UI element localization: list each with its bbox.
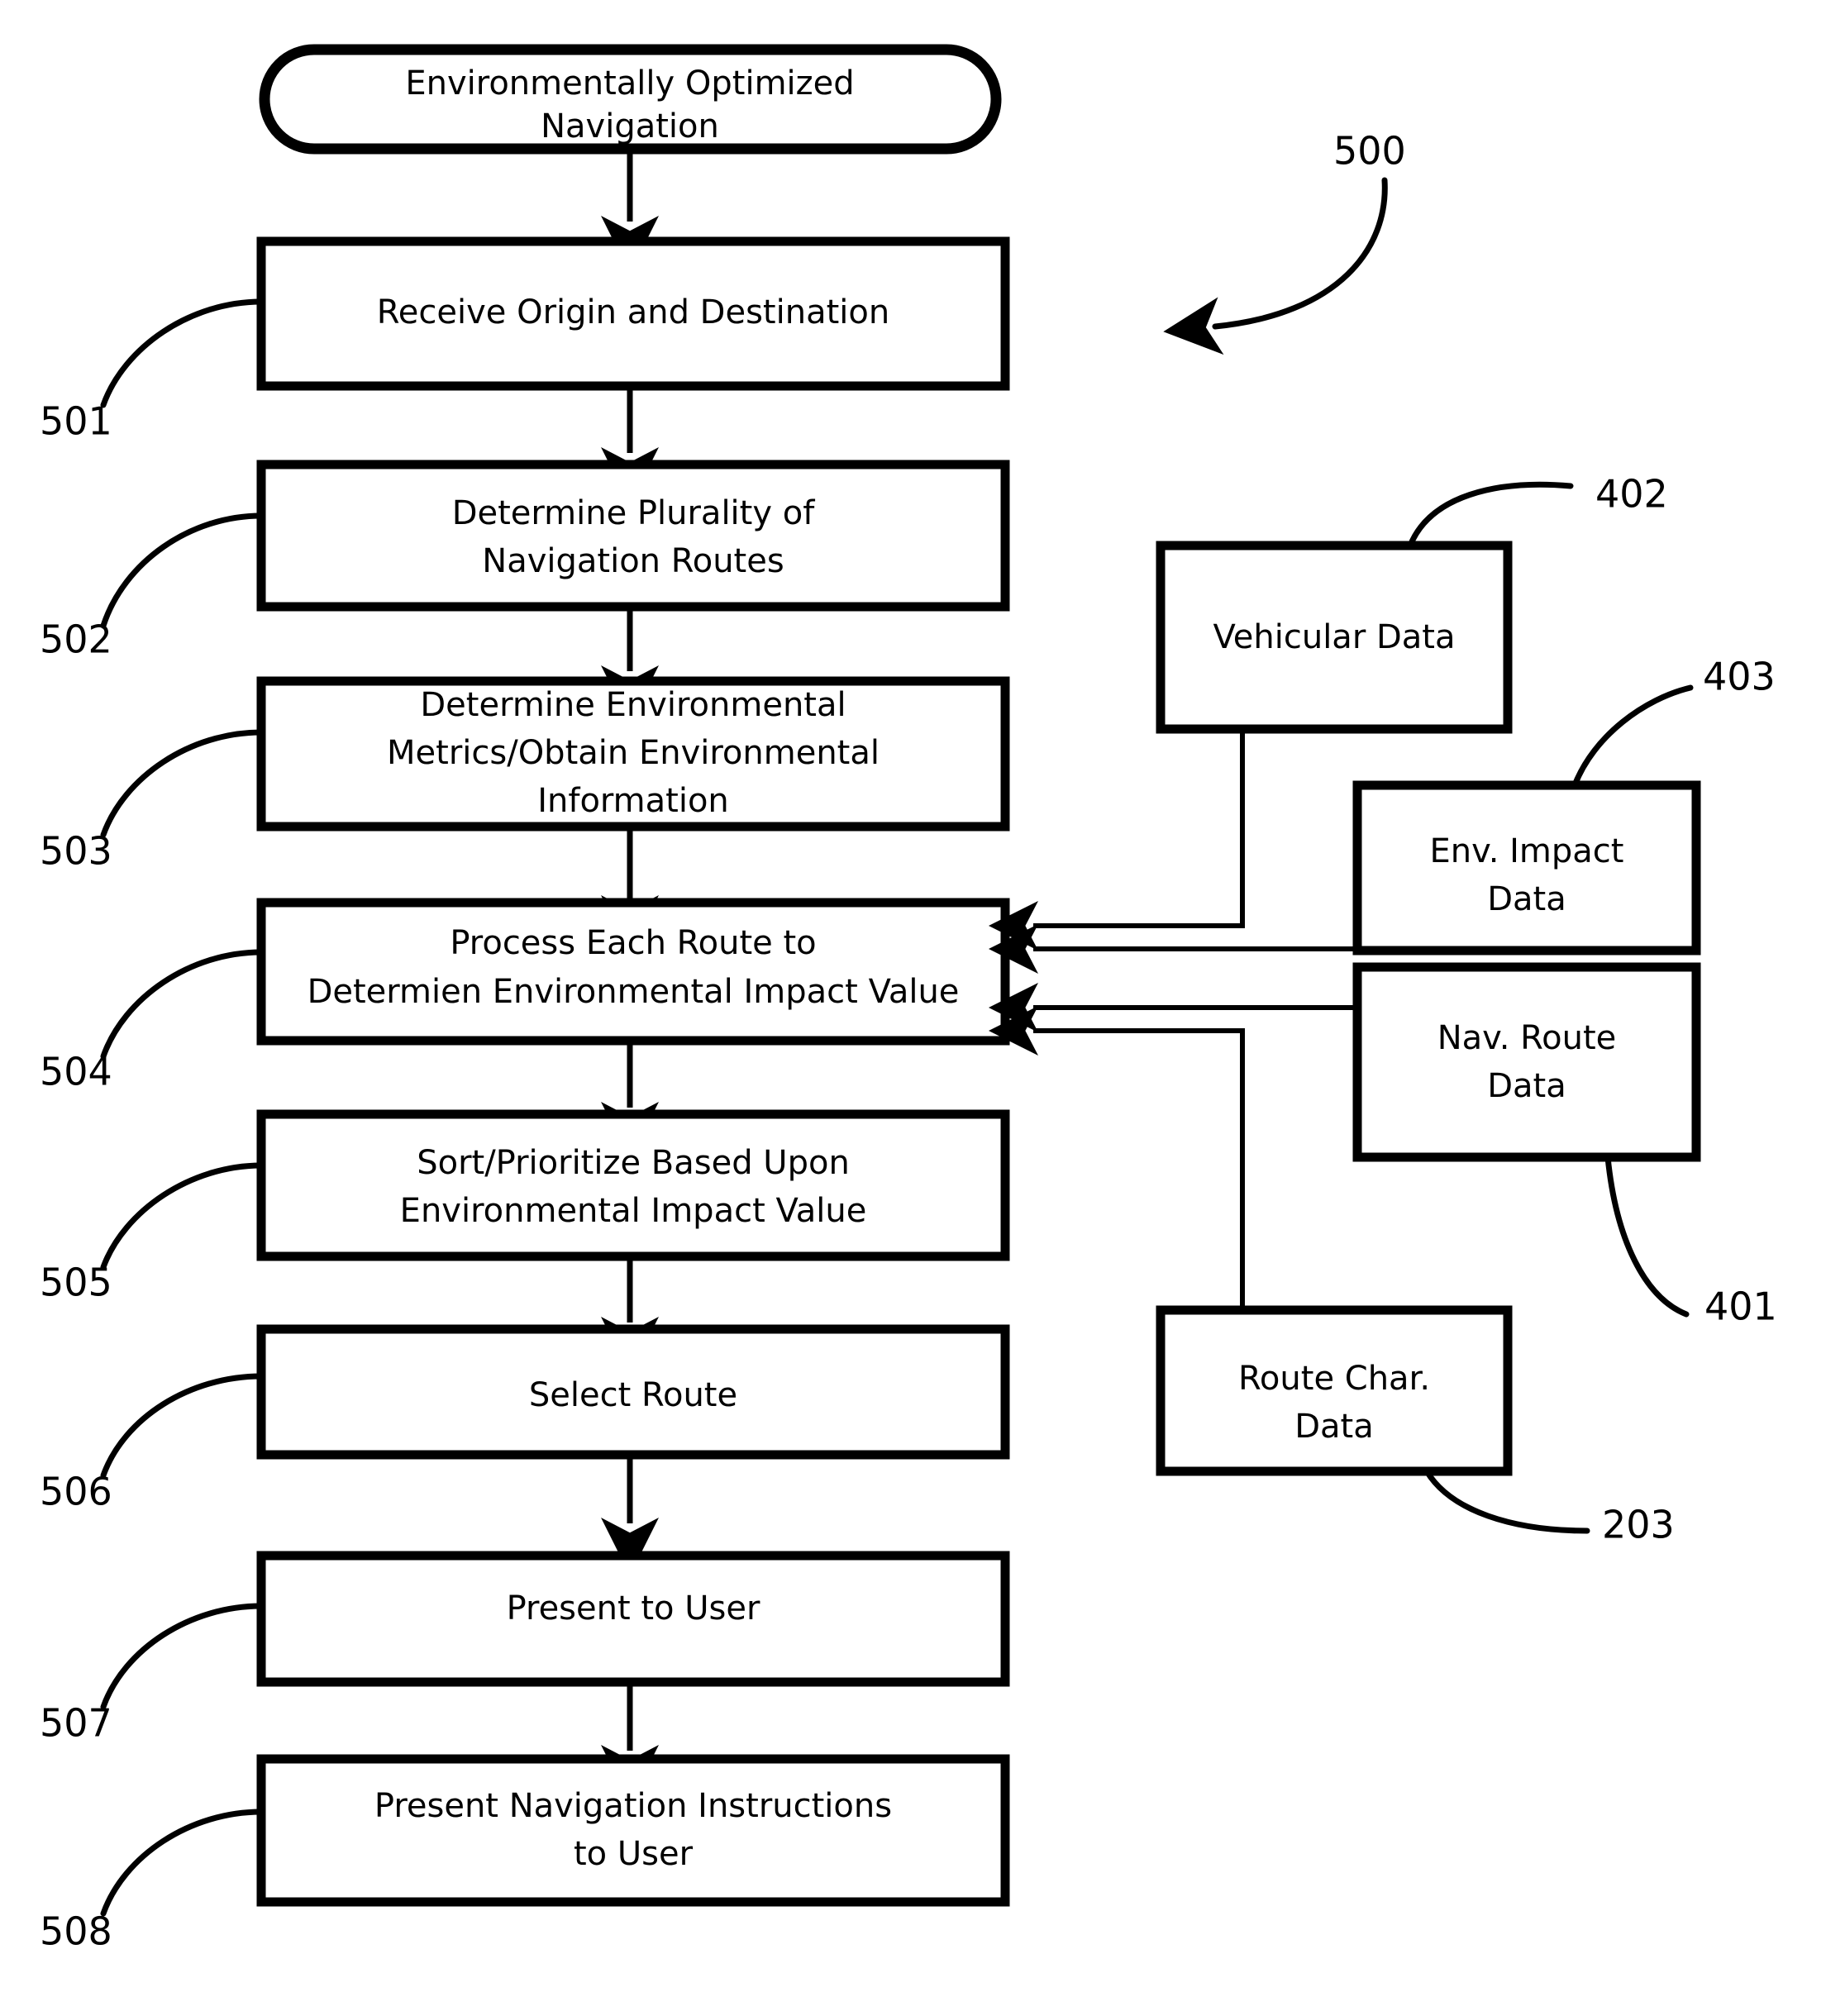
figure-callout-500: 500: [1163, 129, 1406, 355]
data-box-203-route-char-data: Route Char. Data: [1156, 1305, 1513, 1476]
process-502-line-2: Navigation Routes: [482, 542, 784, 580]
flowchart-canvas: Environmentally Optimized Navigation Rec…: [40, 44, 1777, 1954]
process-507-line-1: Present to User: [507, 1589, 760, 1628]
data-401-line-2: Data: [1487, 1067, 1566, 1105]
lead-line-203: 203: [1423, 1468, 1675, 1547]
ref-numeral-504: 504: [40, 1050, 112, 1094]
process-box-504: Process Each Route to Determien Environm…: [256, 898, 1010, 1046]
process-box-505: Sort/Prioritize Based Upon Environmental…: [256, 1109, 1010, 1261]
ref-numeral-505: 505: [40, 1261, 112, 1305]
process-505-line-2: Environmental Impact Value: [400, 1192, 867, 1230]
data-403-line-2: Data: [1487, 880, 1566, 918]
ref-numeral-503: 503: [40, 829, 112, 874]
ref-numeral-506: 506: [40, 1470, 112, 1514]
lead-line-402: 402: [1407, 472, 1668, 549]
process-box-507: Present to User: [256, 1551, 1010, 1687]
process-box-502: Determine Plurality of Navigation Routes: [256, 460, 1010, 612]
lead-line-503: 503: [40, 729, 265, 874]
lead-line-504: 504: [40, 949, 265, 1094]
process-506-line-1: Select Route: [529, 1376, 737, 1414]
lead-line-505: 505: [40, 1162, 265, 1305]
ref-numeral-401: 401: [1704, 1284, 1777, 1329]
process-503-line-1: Determine Environmental: [420, 686, 846, 724]
process-504-line-2: Determien Environmental Impact Value: [308, 973, 960, 1011]
process-box-508: Present Navigation Instructions to User: [256, 1754, 1010, 1907]
data-402-line-1: Vehicular Data: [1213, 618, 1456, 656]
process-503-line-2: Metrics/Obtain Environmental: [387, 734, 880, 772]
data-box-401-nav-route-data: Nav. Route Data: [1352, 962, 1701, 1162]
process-501-line-1: Receive Origin and Destination: [377, 293, 889, 331]
patent-figure-500: Environmentally Optimized Navigation Rec…: [0, 0, 1845, 2016]
process-box-501: Receive Origin and Destination: [256, 236, 1010, 391]
terminator-environmentally-optimized-navigation: Environmentally Optimized Navigation: [259, 44, 1002, 155]
process-box-503: Determine Environmental Metrics/Obtain E…: [256, 676, 1010, 832]
process-508-line-1: Present Navigation Instructions: [374, 1787, 892, 1825]
ref-numeral-203: 203: [1602, 1503, 1675, 1547]
ref-numeral-403: 403: [1703, 655, 1776, 699]
process-508-line-2: to User: [574, 1835, 694, 1873]
ref-numeral-502: 502: [40, 617, 112, 662]
data-203-line-2: Data: [1294, 1408, 1374, 1446]
process-505-line-1: Sort/Prioritize Based Upon: [417, 1144, 850, 1182]
data-401-line-1: Nav. Route: [1437, 1019, 1617, 1057]
lead-line-507: 507: [40, 1603, 265, 1746]
lead-line-403: 403: [1571, 655, 1776, 789]
ref-numeral-507: 507: [40, 1701, 112, 1746]
ref-numeral-402: 402: [1595, 472, 1668, 517]
terminator-line-2: Navigation: [541, 107, 719, 145]
process-box-506: Select Route: [256, 1324, 1010, 1460]
data-203-line-1: Route Char.: [1238, 1360, 1430, 1398]
lead-line-401: 401: [1604, 1154, 1777, 1329]
process-502-line-1: Determine Plurality of: [452, 494, 816, 532]
lead-line-508: 508: [40, 1809, 265, 1954]
lead-line-502: 502: [40, 512, 265, 662]
ref-numeral-500: 500: [1333, 129, 1406, 174]
process-503-line-3: Information: [537, 782, 729, 820]
data-box-403-env-impact-data: Env. Impact Data: [1352, 780, 1701, 956]
lead-line-501: 501: [40, 298, 265, 444]
data-403-line-1: Env. Impact: [1430, 832, 1624, 870]
terminator-line-1: Environmentally Optimized: [405, 64, 854, 102]
ref-numeral-501: 501: [40, 399, 112, 444]
data-box-402-vehicular-data: Vehicular Data: [1156, 541, 1513, 734]
data-connector-203-to-504: [989, 1006, 1245, 1310]
process-504-line-1: Process Each Route to: [450, 924, 816, 962]
lead-line-506: 506: [40, 1373, 265, 1514]
ref-numeral-508: 508: [40, 1909, 112, 1954]
data-connector-402-to-504: [989, 729, 1245, 951]
